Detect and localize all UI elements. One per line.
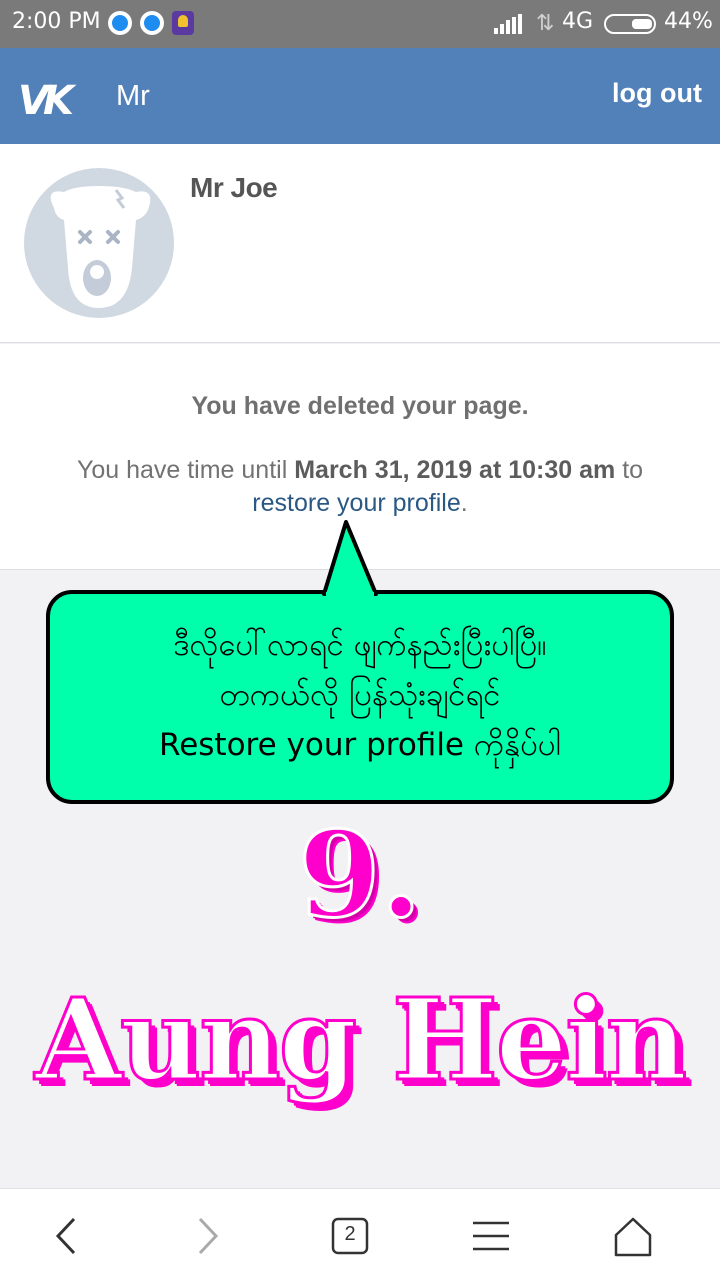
vk-logo[interactable]: VK [18, 78, 74, 124]
notice-text: You have time until March 31, 2019 at 10… [40, 454, 680, 520]
menu-icon[interactable] [466, 1211, 516, 1261]
notice-period: . [460, 489, 468, 517]
browser-bottom-nav: 2 [0, 1188, 720, 1280]
app-icon [172, 11, 194, 35]
deleted-dog-avatar-icon [50, 186, 151, 308]
step-number: 9. [297, 804, 423, 946]
restore-profile-link[interactable]: restore your profile [252, 489, 460, 517]
deleted-notice-card: You have deleted your page. You have tim… [0, 344, 720, 570]
notice-deadline: March 31, 2019 at 10:30 am [294, 456, 616, 484]
callout-line: Restore your profile ကိုနှိပ်ပါ [159, 727, 561, 763]
messenger-icon [140, 11, 164, 35]
status-bar: 2:00 PM ⇅ 4G 44% [0, 0, 720, 48]
callout-line: ဒီလိုပေါ်လာရင် ဖျက်နည်းပြီးပါပြီ။ [173, 627, 547, 663]
battery-icon [604, 14, 656, 34]
notice-text-after: to [615, 456, 644, 484]
battery-percent: 44% [664, 9, 713, 34]
notice-heading: You have deleted your page. [191, 392, 529, 420]
home-icon[interactable] [608, 1211, 658, 1261]
signal-icon [494, 14, 524, 34]
profile-block: Mr Joe [0, 144, 720, 343]
data-arrows-icon: ⇅ [536, 10, 555, 35]
avatar[interactable] [24, 168, 174, 318]
notice-text-before: You have time until [76, 456, 295, 484]
messenger-icon [108, 11, 132, 35]
tabs-button[interactable]: 2 [325, 1211, 375, 1261]
instruction-callout: ဒီလိုပေါ်လာရင် ဖျက်နည်းပြီးပါပြီ။ တကယ်လိ… [46, 590, 674, 804]
profile-name: Mr Joe [190, 172, 278, 203]
app-header: VK Mr log out [0, 48, 720, 144]
forward-icon[interactable] [182, 1211, 232, 1261]
author-watermark: Aung Hein [33, 974, 688, 1108]
back-icon[interactable] [42, 1211, 92, 1261]
status-time: 2:00 PM [12, 9, 101, 34]
logout-button[interactable]: log out [612, 78, 702, 109]
tab-count: 2 [344, 1223, 356, 1245]
callout-line: တကယ်လို ပြန်သုံးချင်ရင် [219, 677, 501, 713]
header-title: Mr [116, 80, 150, 112]
network-type: 4G [562, 9, 594, 34]
